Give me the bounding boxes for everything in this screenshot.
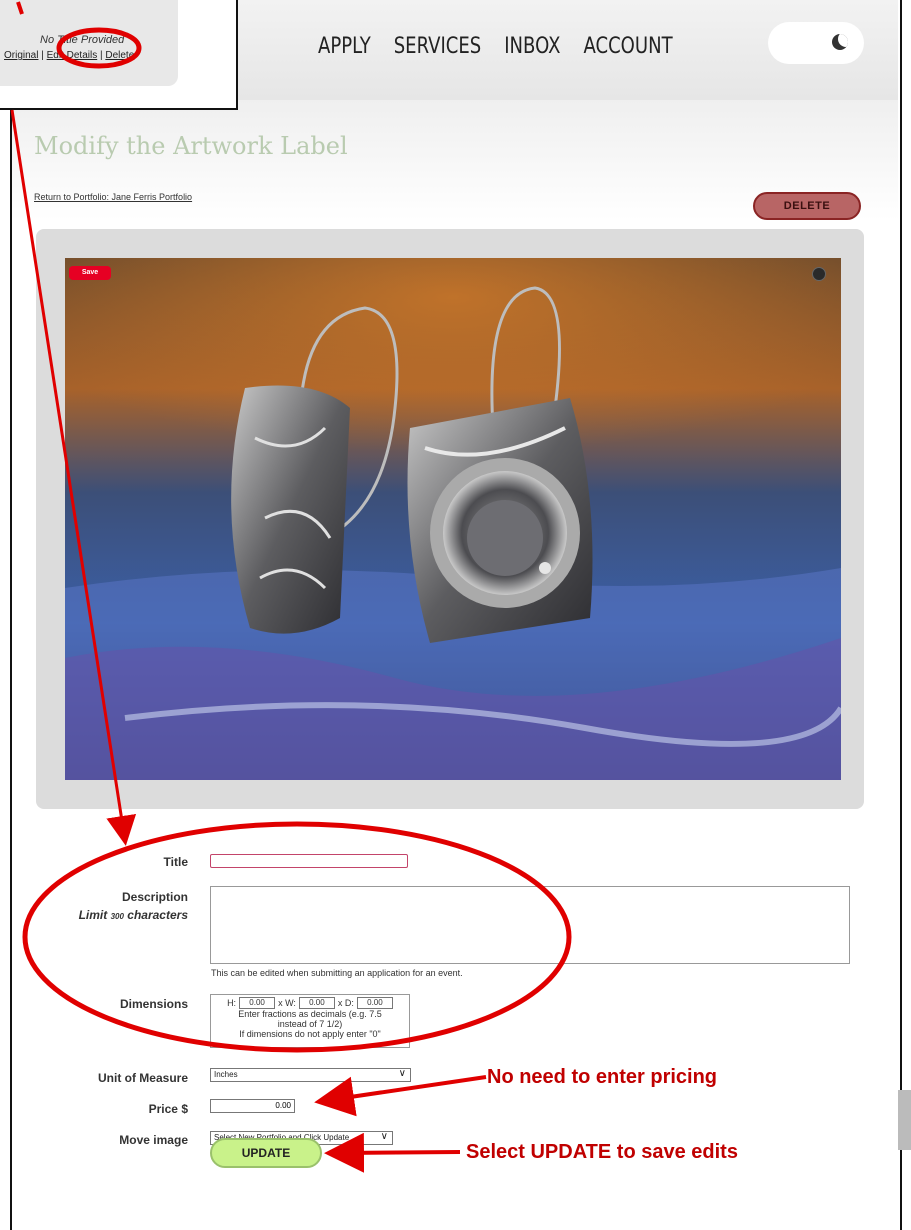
scroll-edge xyxy=(898,1090,911,1150)
dim-help-3: If dimensions do not apply enter "0" xyxy=(239,1029,381,1039)
description-label: Description xyxy=(121,890,188,904)
description-textarea[interactable] xyxy=(210,886,850,964)
inset-screenshot: No Title Provided Original | Edit Detail… xyxy=(0,0,238,110)
return-to-portfolio-link[interactable]: Return to Portfolio: Jane Ferris Portfol… xyxy=(34,192,192,202)
update-button[interactable]: UPDATE xyxy=(210,1138,322,1168)
inset-links: Original | Edit Details | Delete xyxy=(4,50,135,61)
update-callout: Select UPDATE to save edits xyxy=(466,1141,738,1163)
limit-label: Limit 300 characters xyxy=(24,908,188,922)
dim-help-1: Enter fractions as decimals (e.g. 7.5 xyxy=(238,1009,382,1019)
chevron-down-icon: ∨ xyxy=(398,1068,406,1079)
delete-button[interactable]: DELETE xyxy=(753,192,861,220)
limit-count: 300 xyxy=(110,912,124,921)
unit-select[interactable]: Inches ∨ xyxy=(210,1068,411,1082)
nav-services[interactable]: SERVICES xyxy=(394,34,482,59)
dimensions-label: Dimensions xyxy=(119,997,188,1011)
depth-input[interactable]: 0.00 xyxy=(356,997,393,1009)
visual-search-icon[interactable] xyxy=(812,267,826,281)
price-input[interactable]: 0.00 xyxy=(210,1099,295,1113)
dim-h-label: H: xyxy=(227,998,237,1008)
move-image-label: Move image xyxy=(119,1133,188,1147)
delete-link[interactable]: Delete xyxy=(105,50,134,61)
nav-account[interactable]: ACCOUNT xyxy=(583,34,672,59)
theme-toggle[interactable] xyxy=(768,22,864,64)
height-input[interactable]: 0.00 xyxy=(239,997,276,1009)
nav-apply[interactable]: APPLY xyxy=(318,34,371,59)
dim-help-2: instead of 7 1/2) xyxy=(277,1019,343,1029)
inset-artwork-title: No Title Provided xyxy=(40,34,125,46)
limit-suffix: characters xyxy=(127,908,188,922)
moon-icon xyxy=(832,34,848,50)
artwork-photo xyxy=(65,258,841,780)
unit-label: Unit of Measure xyxy=(97,1071,188,1085)
dimensions-box: H: 0.00 x W: 0.00 x D: 0.00 Enter fracti… xyxy=(210,994,410,1048)
price-label: Price $ xyxy=(148,1102,188,1116)
limit-prefix: Limit xyxy=(78,908,108,922)
chevron-down-icon: ∨ xyxy=(380,1131,388,1142)
dim-d-label: x D: xyxy=(337,998,354,1008)
main-nav: APPLY SERVICES INBOX ACCOUNT xyxy=(318,28,673,64)
edit-details-link[interactable]: Edit Details xyxy=(47,50,98,61)
dim-w-label: x W: xyxy=(278,998,296,1008)
page-title: Modify the Artwork Label xyxy=(34,132,348,160)
dimensions-row: H: 0.00 x W: 0.00 x D: 0.00 xyxy=(211,997,409,1009)
nav-inbox[interactable]: INBOX xyxy=(504,34,560,59)
width-input[interactable]: 0.00 xyxy=(298,997,335,1009)
title-input[interactable] xyxy=(210,854,408,868)
save-label: Save xyxy=(81,269,99,276)
description-help: This can be edited when submitting an ap… xyxy=(211,968,463,978)
unit-value: Inches xyxy=(214,1070,238,1079)
pinterest-save-button[interactable]: Save xyxy=(69,266,111,280)
original-link[interactable]: Original xyxy=(4,50,38,61)
pricing-callout: No need to enter pricing xyxy=(487,1066,718,1088)
title-label: Title xyxy=(163,855,188,869)
